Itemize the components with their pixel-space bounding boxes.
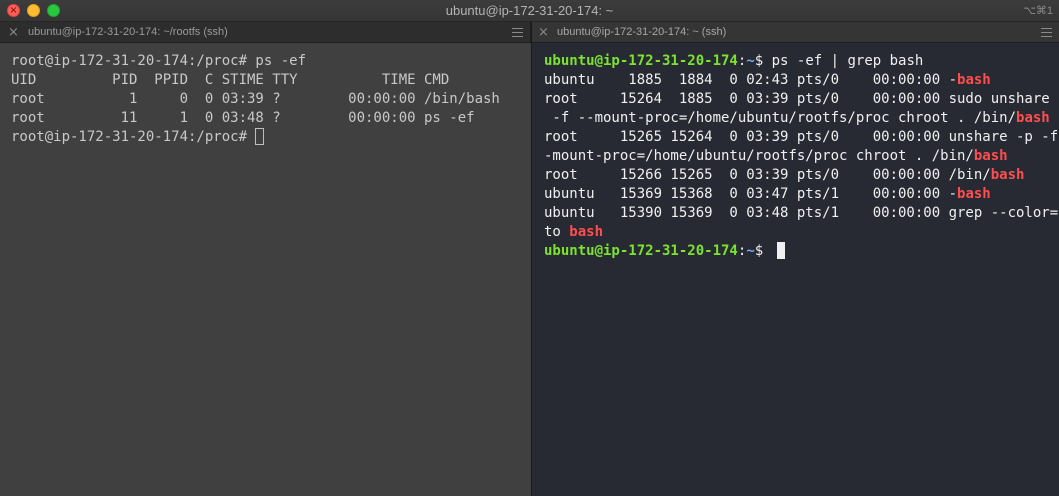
prompt-text: root@ip-172-31-20-174:/proc#	[11, 129, 256, 145]
left-terminal-pane[interactable]: root@ip-172-31-20-174:/proc# ps -ef UID …	[0, 43, 531, 496]
tab-bar: × ubuntu@ip-172-31-20-174: ~/rootfs (ssh…	[0, 22, 1059, 43]
output-line: -f --mount-proc=/home/ubuntu/rootfs/proc…	[544, 109, 1059, 128]
prompt-symbol: $	[754, 53, 772, 69]
match-highlight: bash	[990, 167, 1025, 183]
output-text: ubuntu 15369 15368 0 03:47 pts/1 00:00:0…	[544, 186, 958, 202]
match-highlight: bash	[957, 72, 991, 88]
hamburger-menu-icon[interactable]	[512, 28, 523, 37]
output-text: ubuntu 1885 1884 0 02:43 pts/0 00:00:00 …	[544, 72, 958, 88]
output-line: ubuntu 1885 1884 0 02:43 pts/0 00:00:00 …	[544, 71, 1059, 90]
match-highlight: bash	[1016, 110, 1050, 126]
output-line: -mount-proc=/home/ubuntu/rootfs/proc chr…	[544, 147, 1059, 166]
output-line: ubuntu 15390 15369 0 03:48 pts/1 00:00:0…	[544, 204, 1059, 223]
hamburger-menu-icon[interactable]	[1041, 28, 1052, 37]
command-text: ps -ef | grep bash	[771, 53, 924, 69]
output-text: root 15266 15265 0 03:39 pts/0 00:00:00 …	[544, 167, 991, 183]
prompt-line: root@ip-172-31-20-174:/proc#	[11, 128, 531, 147]
prompt-line: ubuntu@ip-172-31-20-174:~$	[544, 242, 1059, 261]
terminal-line: UID PID PPID C STIME TTY TIME CMD	[11, 72, 450, 88]
output-text: -mount-proc=/home/ubuntu/rootfs/proc chr…	[544, 148, 974, 164]
output-text: root 15265 15264 0 03:39 pts/0 00:00:00 …	[544, 129, 1059, 145]
terminal-window: × ubuntu@ip-172-31-20-174: ~ ⌥⌘1 × ubunt…	[0, 0, 1059, 496]
prompt-symbol: $	[754, 243, 772, 259]
output-line: root 15266 15265 0 03:39 pts/0 00:00:00 …	[544, 166, 1059, 185]
output-text: -f --mount-proc=/home/ubuntu/rootfs/proc…	[544, 110, 1017, 126]
prompt-path: ~	[746, 243, 755, 259]
output-text: to	[544, 224, 570, 240]
window-title: ubuntu@ip-172-31-20-174: ~	[445, 3, 614, 18]
cursor-icon	[255, 128, 265, 145]
output-line: ubuntu 15369 15368 0 03:47 pts/1 00:00:0…	[544, 185, 1059, 204]
tab-close-icon[interactable]: ×	[8, 22, 22, 43]
terminal-line: root@ip-172-31-20-174:/proc# ps -ef	[11, 53, 307, 69]
prompt-path: ~	[746, 53, 755, 69]
output-line: root 15265 15264 0 03:39 pts/0 00:00:00 …	[544, 128, 1059, 147]
tab-title: ubuntu@ip-172-31-20-174: ~/rootfs (ssh)	[28, 26, 228, 38]
tab-home-ssh[interactable]: × ubuntu@ip-172-31-20-174: ~ (ssh)	[532, 22, 1059, 43]
tab-title: ubuntu@ip-172-31-20-174: ~ (ssh)	[557, 26, 727, 38]
match-highlight: bash	[569, 224, 604, 240]
match-highlight: bash	[973, 148, 1008, 164]
output-text: root 15264 1885 0 03:39 pts/0 00:00:00 s…	[544, 91, 1059, 107]
output-line: root 15264 1885 0 03:39 pts/0 00:00:00 s…	[544, 90, 1059, 109]
tab-close-icon[interactable]: ×	[538, 22, 552, 43]
command-line: ubuntu@ip-172-31-20-174:~$ ps -ef | grep…	[544, 52, 1059, 71]
output-text: ubuntu 15390 15369 0 03:48 pts/1 00:00:0…	[544, 205, 1059, 221]
prompt-user-host: ubuntu@ip-172-31-20-174	[544, 53, 738, 69]
tab-rootfs-ssh[interactable]: × ubuntu@ip-172-31-20-174: ~/rootfs (ssh…	[0, 22, 531, 43]
terminal-line: root 11 1 0 03:48 ? 00:00:00 ps -ef	[11, 110, 475, 126]
window-shortcut: ⌥⌘1	[1023, 5, 1053, 17]
terminal-line: root 1 0 0 03:39 ? 00:00:00 /bin/bash	[11, 91, 500, 107]
match-highlight: bash	[957, 186, 991, 202]
title-bar[interactable]: × ubuntu@ip-172-31-20-174: ~ ⌥⌘1	[0, 0, 1059, 22]
prompt-user-host: ubuntu@ip-172-31-20-174	[544, 243, 738, 259]
cursor-icon	[776, 242, 785, 259]
output-line: to bash	[544, 223, 1059, 242]
right-terminal-pane[interactable]: ubuntu@ip-172-31-20-174:~$ ps -ef | grep…	[532, 43, 1059, 496]
